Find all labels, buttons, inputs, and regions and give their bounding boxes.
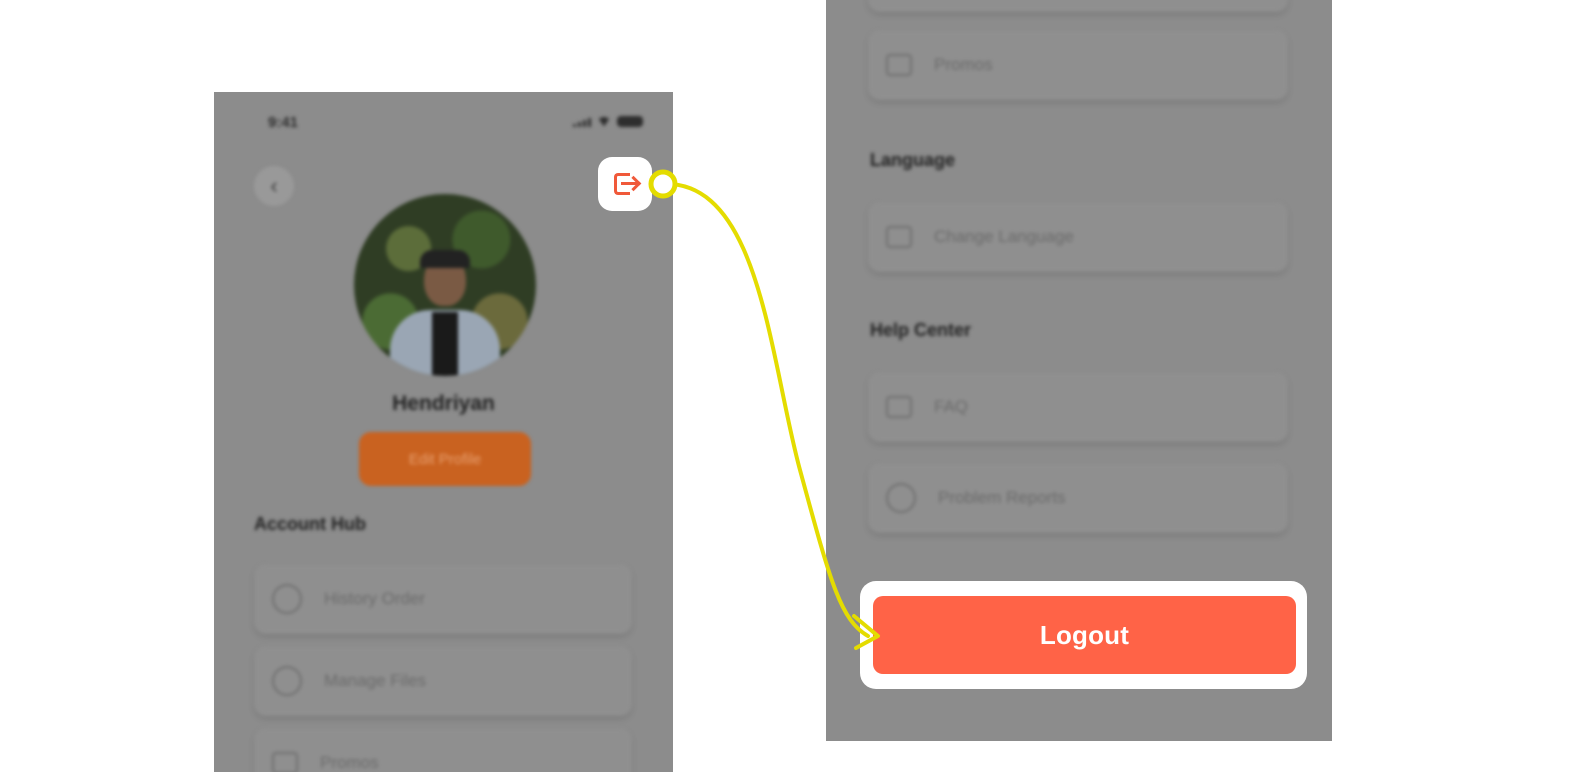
user-name: Hendriyan <box>392 392 495 415</box>
promo-icon <box>272 752 298 772</box>
menu-item-label: FAQ <box>934 397 969 416</box>
wifi-icon <box>597 116 611 127</box>
edit-profile-button[interactable]: Edit Profile <box>359 432 531 486</box>
chat-icon <box>272 666 302 696</box>
status-icons <box>573 116 643 127</box>
logout-icon <box>612 171 638 197</box>
menu-item-manage-files[interactable]: Manage Files <box>254 646 632 716</box>
menu-item-history-order[interactable]: History Order <box>254 564 632 634</box>
logout-icon-button[interactable] <box>598 157 652 211</box>
avatar <box>354 194 536 376</box>
menu-item-label: Change Language <box>934 227 1074 246</box>
menu-item-label: Promos <box>934 55 993 74</box>
menu-item-label: Problem Reports <box>938 488 1066 507</box>
menu-item-label: Promos <box>320 753 379 772</box>
menu-item-faq[interactable]: FAQ <box>868 372 1288 442</box>
help-section-title: Help Center <box>870 320 972 340</box>
history-icon <box>272 584 302 614</box>
menu-item-problem-reports[interactable]: Problem Reports <box>868 463 1288 533</box>
faq-icon <box>886 396 912 418</box>
menu-item-label: Manage Files <box>324 671 427 690</box>
menu-item-label: History Order <box>324 589 426 608</box>
menu-item-promos[interactable]: Promos <box>868 30 1288 100</box>
menu-item-change-language[interactable]: Change Language <box>868 202 1288 272</box>
account-section-title: Account Hub <box>254 514 366 534</box>
battery-icon <box>617 116 643 127</box>
back-button[interactable]: ‹ <box>254 166 294 206</box>
chevron-left-icon: ‹ <box>270 173 278 198</box>
logout-button[interactable]: Logout <box>873 596 1296 674</box>
translate-icon <box>886 226 912 248</box>
menu-item-partial[interactable] <box>868 0 1288 12</box>
language-section-title: Language <box>870 150 956 170</box>
promo-icon <box>886 54 912 76</box>
alert-icon <box>886 483 916 513</box>
status-time: 9:41 <box>268 114 299 131</box>
signal-icon <box>573 117 591 127</box>
menu-item-promos[interactable]: Promos <box>254 728 632 772</box>
